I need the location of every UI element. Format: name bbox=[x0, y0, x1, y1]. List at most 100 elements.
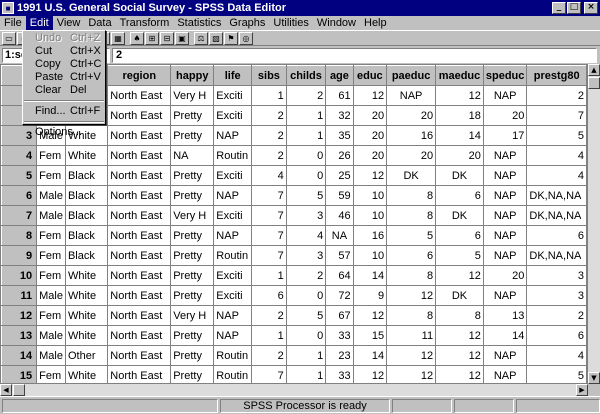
data-cell[interactable]: 32 bbox=[325, 105, 354, 126]
data-cell[interactable]: 59 bbox=[325, 185, 354, 206]
data-cell[interactable]: 11 bbox=[386, 325, 437, 346]
data-cell[interactable]: 6 bbox=[386, 245, 437, 266]
value-labels-icon[interactable]: ⚑ bbox=[224, 31, 238, 45]
data-cell[interactable]: 35 bbox=[325, 125, 354, 146]
horizontal-scroll-thumb[interactable] bbox=[13, 384, 25, 396]
insert-variable-icon[interactable]: ⊟ bbox=[160, 31, 174, 45]
vertical-scrollbar[interactable]: ▲ ▼ bbox=[588, 64, 600, 384]
use-sets-icon[interactable]: ◎ bbox=[239, 31, 253, 45]
data-cell[interactable]: NAP bbox=[482, 285, 528, 306]
data-cell[interactable]: 5 bbox=[526, 365, 587, 383]
data-cell[interactable]: NAP bbox=[482, 145, 528, 166]
data-cell[interactable]: 20 bbox=[386, 145, 437, 166]
row-header[interactable]: 12 bbox=[1, 305, 38, 326]
data-cell[interactable]: DK,NA,NA bbox=[526, 245, 587, 266]
data-cell[interactable]: 5 bbox=[526, 125, 587, 146]
data-cell[interactable]: 20 bbox=[386, 105, 437, 126]
data-cell[interactable]: 12 bbox=[352, 305, 388, 326]
variables-icon[interactable]: ▦ bbox=[111, 31, 125, 45]
data-cell[interactable]: Exciti bbox=[213, 285, 253, 306]
split-file-icon[interactable]: ▣ bbox=[175, 31, 189, 45]
data-cell[interactable]: DK bbox=[435, 205, 484, 226]
data-cell[interactable]: Male bbox=[36, 285, 66, 306]
data-cell[interactable]: North East bbox=[107, 205, 172, 226]
data-cell[interactable]: 14 bbox=[352, 345, 388, 366]
column-header-prestg80[interactable]: prestg80 bbox=[526, 65, 587, 86]
cell-value-input[interactable]: 2 bbox=[112, 47, 597, 63]
data-cell[interactable]: 3 bbox=[285, 205, 327, 226]
column-header-life[interactable]: life bbox=[213, 65, 253, 86]
data-cell[interactable]: 8 bbox=[386, 265, 437, 286]
data-cell[interactable]: 4 bbox=[526, 145, 587, 166]
data-cell[interactable]: White bbox=[64, 145, 109, 166]
data-cell[interactable]: 33 bbox=[325, 365, 354, 383]
data-cell[interactable]: Male bbox=[36, 205, 66, 226]
data-cell[interactable]: North East bbox=[107, 185, 172, 206]
data-cell[interactable]: DK,NA,NA bbox=[526, 205, 587, 226]
data-cell[interactable]: Black bbox=[64, 225, 109, 246]
maximize-button[interactable]: □ bbox=[567, 2, 581, 14]
data-cell[interactable]: Fem bbox=[36, 305, 66, 326]
data-cell[interactable]: 3 bbox=[526, 285, 587, 306]
data-cell[interactable]: 14 bbox=[482, 325, 528, 346]
data-cell[interactable]: DK,NA,NA bbox=[526, 185, 587, 206]
data-cell[interactable]: Black bbox=[64, 205, 109, 226]
data-cell[interactable]: 3 bbox=[526, 265, 587, 286]
title-bar[interactable]: ■ 1991 U.S. General Social Survey - SPSS… bbox=[0, 0, 600, 16]
data-cell[interactable]: 14 bbox=[352, 265, 388, 286]
data-cell[interactable]: 12 bbox=[435, 365, 484, 383]
data-cell[interactable]: NA bbox=[170, 145, 215, 166]
data-cell[interactable]: 15 bbox=[352, 325, 388, 346]
data-cell[interactable]: NAP bbox=[482, 185, 528, 206]
data-cell[interactable]: 3 bbox=[285, 245, 327, 266]
data-cell[interactable]: 12 bbox=[386, 345, 437, 366]
data-cell[interactable]: 4 bbox=[251, 165, 287, 186]
data-cell[interactable]: Exciti bbox=[213, 85, 253, 106]
data-cell[interactable]: White bbox=[64, 325, 109, 346]
data-cell[interactable]: NAP bbox=[482, 225, 528, 246]
data-cell[interactable]: North East bbox=[107, 345, 172, 366]
find-icon[interactable]: ♠ bbox=[130, 31, 144, 45]
menu-statistics[interactable]: Statistics bbox=[173, 16, 225, 30]
data-cell[interactable]: Male bbox=[36, 325, 66, 346]
data-cell[interactable]: 7 bbox=[251, 205, 287, 226]
data-cell[interactable]: NAP bbox=[482, 205, 528, 226]
data-cell[interactable]: 33 bbox=[325, 325, 354, 346]
weight-cases-icon[interactable]: ⚖ bbox=[194, 31, 208, 45]
data-cell[interactable]: 12 bbox=[352, 85, 388, 106]
data-cell[interactable]: Pretty bbox=[170, 125, 215, 146]
column-header-maeduc[interactable]: maeduc bbox=[435, 65, 484, 86]
data-cell[interactable]: 12 bbox=[435, 265, 484, 286]
edit-menu-paste[interactable]: Paste Ctrl+V bbox=[23, 71, 105, 84]
data-cell[interactable]: Pretty bbox=[170, 345, 215, 366]
data-cell[interactable]: 9 bbox=[352, 285, 388, 306]
data-cell[interactable]: 1 bbox=[285, 105, 327, 126]
data-cell[interactable]: 67 bbox=[325, 305, 354, 326]
data-cell[interactable]: 23 bbox=[325, 345, 354, 366]
data-cell[interactable]: 12 bbox=[435, 325, 484, 346]
edit-menu-find[interactable]: Find... Ctrl+F bbox=[23, 105, 105, 118]
data-cell[interactable]: 12 bbox=[435, 85, 484, 106]
data-cell[interactable]: 20 bbox=[482, 105, 528, 126]
data-cell[interactable]: Fem bbox=[36, 165, 66, 186]
column-header-paeduc[interactable]: paeduc bbox=[386, 65, 437, 86]
data-cell[interactable]: Routin bbox=[213, 345, 253, 366]
data-cell[interactable]: North East bbox=[107, 125, 172, 146]
data-cell[interactable]: 14 bbox=[435, 125, 484, 146]
data-cell[interactable]: Pretty bbox=[170, 185, 215, 206]
row-header[interactable]: 14 bbox=[1, 345, 38, 366]
column-header-speduc[interactable]: speduc bbox=[482, 65, 528, 86]
data-cell[interactable]: Exciti bbox=[213, 205, 253, 226]
data-cell[interactable]: Pretty bbox=[170, 285, 215, 306]
data-cell[interactable]: Very H bbox=[170, 305, 215, 326]
data-cell[interactable]: North East bbox=[107, 225, 172, 246]
row-header[interactable]: 7 bbox=[1, 205, 38, 226]
data-cell[interactable]: 72 bbox=[325, 285, 354, 306]
data-cell[interactable]: NAP bbox=[213, 305, 253, 326]
data-cell[interactable]: 5 bbox=[285, 185, 327, 206]
menu-help[interactable]: Help bbox=[360, 16, 391, 30]
data-cell[interactable]: Fem bbox=[36, 145, 66, 166]
data-cell[interactable]: North East bbox=[107, 365, 172, 383]
data-cell[interactable]: White bbox=[64, 285, 109, 306]
data-cell[interactable]: Exciti bbox=[213, 105, 253, 126]
